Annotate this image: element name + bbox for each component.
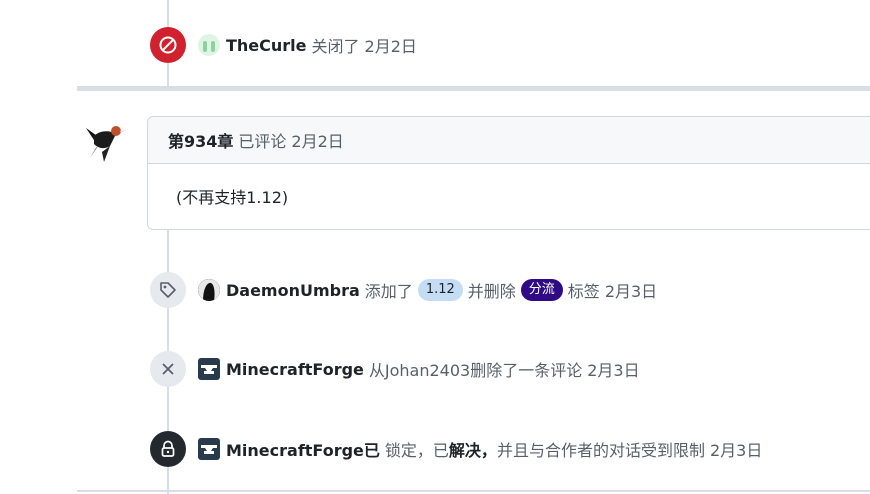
avatar[interactable]	[198, 358, 220, 380]
label-badge[interactable]: 1.12	[417, 279, 463, 301]
actor-link[interactable]: DaemonUmbra	[226, 281, 360, 300]
timestamp[interactable]: 2月2日	[365, 33, 417, 57]
circle-slash-icon	[150, 27, 186, 63]
event-text-bold: 解决，	[448, 441, 497, 460]
avatar[interactable]	[80, 118, 128, 166]
comment-header: 第934章 已评论 2月2日	[148, 117, 870, 164]
event-text: 从Johan2403删除了一条评论	[368, 361, 583, 380]
comment-author[interactable]: 第934章	[168, 128, 233, 152]
event-comment-deleted: MinecraftForge 从Johan2403删除了一条评论 2月3日	[150, 351, 640, 387]
event-labeled: DaemonUmbra 添加了 1.12 并删除 分流 标签 2月3日	[150, 272, 657, 308]
event-text: 关闭了	[311, 37, 360, 56]
timestamp[interactable]: 2月3日	[710, 437, 762, 461]
comment-body: (不再支持1.12)	[176, 188, 289, 207]
comment-action: 已评论	[238, 132, 287, 151]
avatar[interactable]	[198, 34, 220, 56]
event-locked: MinecraftForge已 锁定，已 解决， 并且与合作者的对话受到限制 2…	[150, 431, 762, 467]
timestamp[interactable]: 2月3日	[605, 278, 657, 302]
event-text: 并删除	[467, 282, 516, 301]
event-text: 添加了	[364, 282, 413, 301]
label-badge[interactable]: 分流	[520, 279, 563, 301]
timeline-divider	[77, 490, 870, 492]
x-icon	[150, 351, 186, 387]
actor-link[interactable]: MinecraftForge	[226, 360, 364, 379]
comment-box: 第934章 已评论 2月2日 (不再支持1.12)	[147, 116, 870, 230]
timeline-divider	[77, 86, 870, 91]
tag-icon	[150, 272, 186, 308]
avatar[interactable]	[198, 438, 220, 460]
timestamp[interactable]: 2月2日	[291, 128, 343, 152]
avatar[interactable]	[198, 279, 220, 301]
lock-icon	[150, 431, 186, 467]
event-closed: TheCurle 关闭了 2月2日	[150, 27, 417, 63]
event-text: 标签	[567, 282, 600, 301]
timestamp[interactable]: 2月3日	[587, 357, 639, 381]
actor-link[interactable]: MinecraftForge已	[226, 437, 380, 461]
event-text: 并且与合作者的对话受到限制	[496, 441, 705, 460]
actor-link[interactable]: TheCurle	[226, 36, 307, 55]
event-text: 锁定，已	[384, 441, 449, 460]
